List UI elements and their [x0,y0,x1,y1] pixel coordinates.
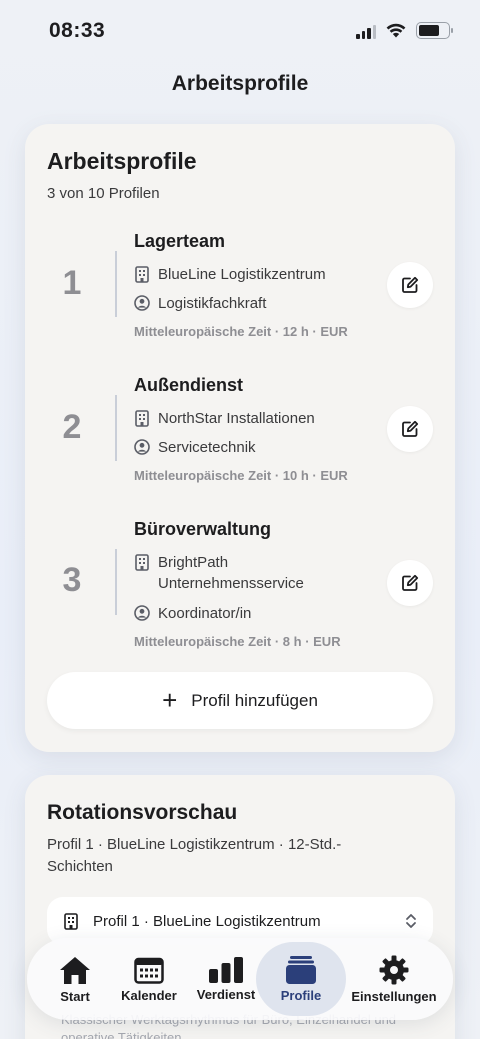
profile-meta: Mitteleuropäische Zeit · 8 h · EUR [134,634,341,649]
add-profile-button[interactable]: + Profil hinzufügen [47,672,433,729]
battery-icon [416,22,453,39]
tab-label: Profile [280,987,322,1003]
tab-label: Kalender [121,987,177,1003]
profile-name: Lagerteam [134,231,226,251]
profile-meta: Mitteleuropäische Zeit · 12 h · EUR [134,324,348,339]
wifi-icon [386,23,406,38]
edit-profile-button[interactable] [387,406,433,452]
tab-einstellungen[interactable]: Einstellungen [343,938,445,1020]
edit-icon [402,574,419,591]
tab-kalender[interactable]: Kalender [115,938,183,1020]
profile-number: 2 [62,408,82,446]
cellular-signal-icon [356,23,376,39]
profile-company: BlueLine Logistikzentrum [158,266,326,283]
profile-item[interactable]: 2 Außendienst NorthStar Installationen S… [25,375,455,490]
add-profile-label: Profil hinzufügen [191,690,318,710]
tab-label: Verdienst [196,986,256,1002]
profile-company: NorthStar Installationen [158,410,315,427]
profiles-card-title: Arbeitsprofile [47,148,197,174]
status-bar: 08:33 [0,0,480,62]
page-title: Arbeitsprofile [171,72,309,95]
status-icons [356,22,453,39]
calendar-icon [134,957,164,984]
profile-role: Servicetechnik [158,439,256,456]
profile-company-line: Unternehmensservice [158,575,304,592]
home-icon [60,956,90,984]
profile-company-row: BlueLine Logistikzentrum [134,264,326,285]
person-circle-icon [134,605,150,621]
plus-icon: + [162,684,178,715]
gear-icon [379,955,409,984]
profile-select-value: Profil 1 · BlueLine Logistikzentrum [93,912,321,930]
profile-item[interactable]: 3 Büroverwaltung BrightPath Unternehmens… [25,519,455,654]
profile-role: Koordinator/in [158,605,252,622]
profile-divider [115,251,117,317]
profile-company: BrightPath Unternehmensservice [158,552,304,594]
bar-chart-icon [209,956,243,983]
edit-icon [402,420,419,437]
profile-name: Außendienst [134,375,244,395]
profile-number: 3 [62,561,82,599]
tab-bar: Start Kalender Verdienst Profile Einstel… [27,938,453,1020]
profile-divider [115,549,117,615]
profiles-card: Arbeitsprofile 3 von 10 Profilen 1 Lager… [25,124,455,752]
profile-name: Büroverwaltung [134,519,272,539]
profile-role-row: Logistikfachkraft [134,293,266,314]
profile-number: 1 [62,264,82,302]
building-icon [135,554,149,571]
profile-role: Logistikfachkraft [158,295,267,312]
edit-icon [402,276,419,293]
tab-label: Einstellungen [351,988,437,1004]
status-time: 08:33 [49,19,106,42]
profile-item[interactable]: 1 Lagerteam BlueLine Logistikzentrum Log… [25,231,455,346]
profile-role-row: Koordinator/in [134,603,251,624]
profile-meta: Mitteleuropäische Zeit · 10 h · EUR [134,468,348,483]
rotation-subtitle: Profil 1 · BlueLine Logistikzentrum · 12… [47,836,342,875]
person-circle-icon [134,295,150,311]
profile-company-row: NorthStar Installationen [134,408,315,429]
tab-profile[interactable]: Profile [263,938,339,1020]
tab-start[interactable]: Start [43,938,107,1020]
rotation-title: Rotationsvorschau [47,801,238,824]
profile-divider [115,395,117,461]
tab-verdienst[interactable]: Verdienst [189,938,263,1020]
building-icon [64,912,78,930]
profiles-count: 3 von 10 Profilen [47,185,160,202]
building-icon [135,266,149,283]
person-circle-icon [134,439,150,455]
profile-company-line: BrightPath [158,554,229,571]
profiles-stack-icon [286,955,316,984]
profile-company-row: BrightPath Unternehmensservice [134,552,304,594]
building-icon [135,410,149,427]
tab-label: Start [60,988,90,1004]
edit-profile-button[interactable] [387,262,433,308]
edit-profile-button[interactable] [387,560,433,606]
profile-role-row: Servicetechnik [134,437,256,458]
chevron-up-down-icon [406,914,416,928]
